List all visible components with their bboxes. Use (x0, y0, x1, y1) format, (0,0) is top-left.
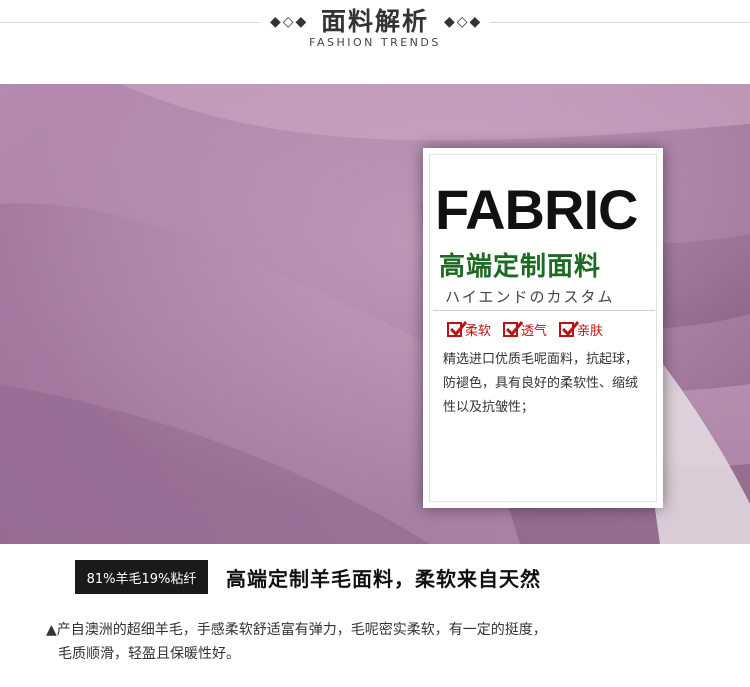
fabric-description: ▲产自澳洲的超细羊毛，手感柔软舒适富有弹力，毛呢密实柔软，有一定的挺度， 毛质顺… (46, 618, 706, 666)
feature-soft: 柔软 (447, 320, 491, 339)
card-subtitle: 高端定制面料 (439, 252, 602, 282)
card-divider (433, 310, 655, 311)
description-line-2: 毛质顺滑，轻盈且保暖性好。 (58, 646, 240, 662)
section-header: ◆◇◆ ◆◇◆ 面料解析 FASHION TRENDS (0, 0, 750, 70)
headline: 高端定制羊毛面料，柔软来自天然 (226, 567, 541, 591)
checkmark-icon (559, 321, 580, 337)
diamond-ornament-left: ◆◇◆ (270, 14, 309, 30)
fabric-info-card: FABRIC 高端定制面料 ハイエンドのカスタム 柔软 透气 亲肤 精选进口优质… (423, 148, 663, 508)
feature-list: 柔软 透气 亲肤 (447, 320, 657, 339)
header-divider-left (0, 22, 260, 23)
feature-label: 柔软 (465, 324, 492, 339)
diamond-ornament-right: ◆◇◆ (444, 14, 483, 30)
feature-breathable: 透气 (503, 320, 547, 339)
header-divider-right (490, 22, 750, 23)
feature-skin-friendly: 亲肤 (559, 320, 603, 339)
section-title: 面料解析 (320, 7, 429, 36)
checkmark-icon (447, 321, 468, 337)
card-description: 精选进口优质毛呢面料，抗起球，防褪色，具有良好的柔软性、缩绒性以及抗皱性； (443, 352, 639, 415)
feature-label: 亲肤 (577, 324, 604, 339)
composition-tag: 81%羊毛19%粘纤 (75, 560, 208, 594)
checkmark-icon (503, 321, 524, 337)
feature-label: 透气 (521, 324, 548, 339)
description-line-1: ▲产自澳洲的超细羊毛，手感柔软舒适富有弹力，毛呢密实柔软，有一定的挺度， (46, 622, 547, 638)
section-subtitle: FASHION TRENDS (309, 36, 441, 49)
card-heading: FABRIC (435, 178, 638, 241)
card-japanese-text: ハイエンドのカスタム (445, 288, 615, 306)
